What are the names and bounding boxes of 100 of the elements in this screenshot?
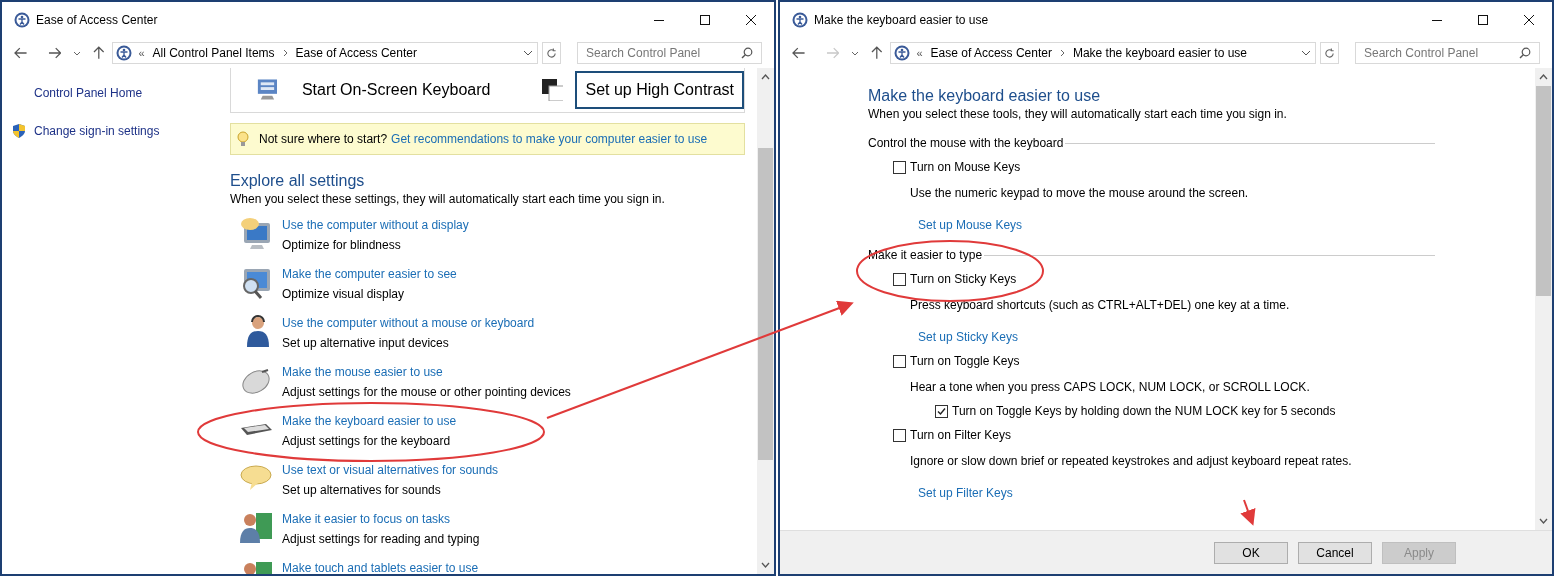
setting-description: Set up alternative input devices	[282, 335, 450, 352]
search-field[interactable]: Search Control Panel	[586, 44, 741, 62]
page-description: When you select these tools, they will automatically start each time you sign in.	[868, 106, 1288, 122]
setup-link[interactable]: Set up Filter Keys	[893, 484, 1435, 502]
option-description: Ignore or slow down brief or repeated keystrokes and adjust keyboard repeat rates.	[909, 453, 1353, 470]
breadcrumb-item[interactable]: All Control Panel Items	[152, 44, 275, 62]
setting-description: Optimize visual display	[282, 286, 406, 303]
maximize-icon	[1478, 15, 1488, 25]
setting-link[interactable]: Make the mouse easier to use	[282, 362, 571, 382]
setting-description: Adjust settings for the mouse or other pointing devices	[282, 384, 571, 401]
setting-description: Adjust settings for the keyboard	[282, 433, 452, 450]
high-contrast-icon	[542, 79, 564, 101]
address-bar[interactable]: « Ease of Access Center Make the keyboard easier to use	[890, 42, 1316, 64]
dialog-button[interactable]: OK	[1214, 541, 1288, 564]
checkbox[interactable]	[893, 160, 906, 174]
setting-link[interactable]: Make the keyboard easier to use	[282, 411, 457, 431]
minimize-icon	[654, 19, 664, 21]
checkbox[interactable]	[893, 428, 906, 442]
maximize-icon	[700, 15, 710, 25]
refresh-icon	[1323, 47, 1335, 59]
checkbox[interactable]	[893, 272, 906, 286]
scrollbar[interactable]	[1535, 68, 1552, 530]
search-box[interactable]: Search Control Panel	[1355, 42, 1540, 64]
minimize-icon	[1432, 19, 1442, 21]
up-arrow-icon[interactable]	[92, 46, 105, 60]
scroll-up-icon[interactable]	[1539, 74, 1548, 80]
setting-description: Set up alternatives for sounds	[282, 482, 442, 499]
address-bar[interactable]: « All Control Panel Items Ease of Access Center	[112, 42, 538, 64]
checkbox[interactable]	[935, 404, 948, 418]
tip-text: Not sure where to start?	[259, 131, 388, 148]
search-icon	[1519, 47, 1531, 59]
recommendations-link[interactable]: Get recommendations to make your computer easier to use	[391, 130, 708, 148]
setting-description: Optimize for blindness	[282, 237, 402, 254]
option-description: Hear a tone when you press CAPS LOCK, NUM LOCK, or SCROLL LOCK.	[909, 379, 1311, 396]
back-arrow-icon[interactable]	[14, 47, 28, 59]
setting-link[interactable]: Make the computer easier to see	[282, 264, 457, 284]
checkbox-label[interactable]: Turn on Sticky Keys	[910, 270, 1017, 288]
close-icon	[746, 15, 756, 25]
chevron-right-icon	[1059, 49, 1065, 57]
setup-link[interactable]: Set up Sticky Keys	[893, 328, 1435, 346]
checkbox-label[interactable]: Turn on Toggle Keys by holding down the NUM LOCK key for 5 seconds	[952, 402, 1336, 420]
setting-link[interactable]: Make touch and tablets easier to use	[282, 558, 479, 574]
search-field[interactable]: Search Control Panel	[1364, 44, 1519, 62]
search-box[interactable]: Search Control Panel	[577, 42, 762, 64]
scroll-down-icon[interactable]	[1539, 518, 1548, 524]
checkbox[interactable]	[893, 354, 906, 368]
onscreen-keyboard-icon	[255, 78, 280, 102]
search-icon	[741, 47, 753, 59]
quick-tool-button[interactable]: Set up High Contrast	[575, 71, 744, 109]
refresh-icon	[545, 47, 557, 59]
option-description: Press keyboard shortcuts (such as CTRL+ALT+DEL) one key at a time.	[909, 297, 1291, 314]
scroll-down-icon[interactable]	[761, 562, 770, 568]
quick-tool-button[interactable]: Start On-Screen Keyboard	[291, 71, 501, 109]
dropdown-caret-icon[interactable]	[73, 50, 81, 56]
section-heading: Explore all settings	[230, 171, 366, 191]
scrollbar-thumb[interactable]	[1536, 86, 1551, 296]
control-panel-icon	[792, 12, 808, 28]
checkbox-label[interactable]: Turn on Mouse Keys	[910, 158, 1021, 176]
control-panel-icon	[14, 12, 30, 28]
setting-link[interactable]: Use the computer without a mouse or keyboard	[282, 313, 535, 333]
checkbox-label[interactable]: Turn on Toggle Keys	[910, 352, 1020, 370]
section-description: When you select these settings, they will automatically start each time you sign in.	[230, 191, 666, 207]
setting-link[interactable]: Make it easier to focus on tasks	[282, 509, 480, 529]
scrollbar[interactable]	[757, 68, 774, 574]
window-title: Ease of Access Center	[36, 12, 158, 29]
control-panel-icon	[894, 45, 911, 61]
annotation-arrow	[1240, 499, 1256, 526]
breadcrumb-overflow[interactable]: «	[138, 44, 145, 62]
dialog-button[interactable]: Cancel	[1298, 541, 1372, 564]
scrollbar-thumb[interactable]	[758, 148, 773, 460]
dropdown-caret-icon[interactable]	[522, 50, 533, 56]
setting-link[interactable]: Use the computer without a display	[282, 215, 469, 235]
forward-arrow-icon[interactable]	[47, 47, 62, 59]
page-heading: Make the keyboard easier to use	[868, 86, 1102, 106]
close-icon	[1524, 15, 1534, 25]
breadcrumb-item[interactable]: Make the keyboard easier to use	[1072, 44, 1248, 62]
dropdown-caret-icon[interactable]	[851, 50, 859, 56]
window-title: Make the keyboard easier to use	[814, 12, 989, 29]
breadcrumb-overflow[interactable]: «	[916, 44, 923, 62]
refresh-button[interactable]	[1319, 42, 1339, 64]
keyboard-icon	[240, 423, 272, 435]
sidebar-link[interactable]: Change sign-in settings	[34, 122, 160, 140]
scroll-up-icon[interactable]	[761, 74, 770, 80]
breadcrumb-item[interactable]: Ease of Access Center	[295, 44, 417, 62]
checkbox-label[interactable]: Turn on Filter Keys	[910, 426, 1011, 444]
setting-link[interactable]: Use text or visual alternatives for sounds	[282, 460, 499, 480]
back-arrow-icon[interactable]	[792, 47, 806, 59]
refresh-button[interactable]	[541, 42, 561, 64]
sidebar-link[interactable]: Control Panel Home	[34, 84, 143, 102]
dropdown-caret-icon[interactable]	[1300, 50, 1311, 56]
group-heading: Control the mouse with the keyboard	[868, 135, 1064, 152]
setup-link[interactable]: Set up Mouse Keys	[893, 216, 1435, 234]
chevron-right-icon	[282, 49, 288, 57]
setting-description: Adjust settings for reading and typing	[282, 531, 480, 548]
breadcrumb-item[interactable]: Ease of Access Center	[930, 44, 1052, 62]
control-panel-icon	[116, 45, 133, 61]
lightbulb-icon	[237, 131, 249, 147]
up-arrow-icon[interactable]	[870, 46, 883, 60]
shield-icon	[11, 123, 27, 139]
option-description: Use the numeric keypad to move the mouse around the screen.	[909, 185, 1250, 202]
